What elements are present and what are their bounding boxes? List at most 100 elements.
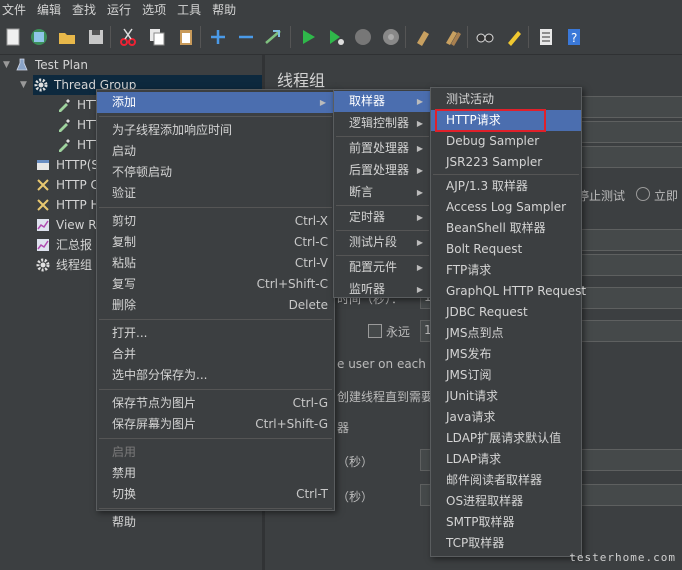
menu-item-3[interactable]: JSR223 Sampler: [431, 152, 581, 173]
stop-icon[interactable]: [352, 26, 374, 48]
menu-item-9[interactable]: FTP请求: [431, 260, 581, 281]
menu-separator: [99, 318, 332, 320]
menu-item-17[interactable]: 保存节点为图片 Ctrl-G: [97, 393, 334, 414]
menu-item-12[interactable]: JMS点到点: [431, 323, 581, 344]
menu-item-13[interactable]: JMS发布: [431, 344, 581, 365]
menu-1[interactable]: 编辑: [35, 0, 61, 20]
menu-item-4[interactable]: 不停顿启动: [97, 162, 334, 183]
open-icon[interactable]: [56, 26, 78, 48]
menu-item-8[interactable]: Bolt Request: [431, 239, 581, 260]
menu-item-11[interactable]: 删除 Delete: [97, 295, 334, 316]
menu-item-1[interactable]: HTTP请求: [431, 109, 581, 132]
toggle-icon[interactable]: [262, 26, 284, 48]
menu-item-14[interactable]: 合并: [97, 344, 334, 365]
menu-item-20[interactable]: 启用: [97, 442, 334, 463]
cut-icon[interactable]: [117, 26, 139, 48]
tree-node-thread-group-2[interactable]: 线程组: [35, 255, 92, 275]
menu-item-11[interactable]: JDBC Request: [431, 302, 581, 323]
menu-item-7[interactable]: BeanShell 取样器: [431, 218, 581, 239]
tree-toggle-icon[interactable]: ▼: [3, 60, 10, 70]
menu-item-22[interactable]: 切换 Ctrl-T: [97, 484, 334, 505]
copy-icon[interactable]: [146, 26, 168, 48]
menu-item-label: 切换: [112, 487, 137, 501]
menu-0[interactable]: 文件: [0, 0, 26, 20]
save-icon[interactable]: [85, 26, 107, 48]
menu-item-8[interactable]: 复制 Ctrl-C: [97, 232, 334, 253]
menu-item-9[interactable]: 粘贴 Ctrl-V: [97, 253, 334, 274]
tree-node-http-request[interactable]: HTT: [56, 115, 100, 135]
start-no-pause-icon[interactable]: [325, 26, 347, 48]
menu-item-1[interactable]: 逻辑控制器 ▶: [334, 113, 431, 134]
menu-6[interactable]: 帮助: [210, 0, 236, 20]
menu-item-10[interactable]: GraphQL HTTP Request: [431, 281, 586, 302]
loop-forever-checkbox[interactable]: [368, 324, 382, 338]
tree-node-http-request[interactable]: HTT: [56, 135, 100, 155]
menu-item-24[interactable]: 帮助: [97, 512, 334, 533]
clear-icon[interactable]: [412, 26, 434, 48]
tree-node-test-plan[interactable]: Test Plan: [14, 55, 88, 75]
tree-node-label: HTTP(S: [56, 158, 100, 172]
menu-item-16[interactable]: Java请求: [431, 407, 581, 428]
shutdown-icon[interactable]: [380, 26, 402, 48]
stop-test-now-radio[interactable]: [636, 187, 650, 201]
tree-toggle-icon[interactable]: ▼: [20, 80, 27, 90]
menu-item-20[interactable]: OS进程取样器: [431, 491, 581, 512]
new-icon[interactable]: [2, 26, 24, 48]
menu-item-11[interactable]: 配置元件 ▶: [334, 257, 431, 278]
menu-item-6[interactable]: Access Log Sampler: [431, 197, 581, 218]
menu-item-19[interactable]: 邮件阅读者取样器: [431, 470, 581, 491]
menu-item-5[interactable]: 验证: [97, 183, 334, 204]
expand-icon[interactable]: [207, 26, 229, 48]
menu-item-3[interactable]: 前置处理器 ▶: [334, 138, 431, 159]
menu-item-0[interactable]: 添加 ▶: [97, 92, 334, 113]
menu-item-22[interactable]: TCP取样器: [431, 533, 581, 554]
menu-item-0[interactable]: 测试活动: [431, 89, 581, 110]
menu-item-4[interactable]: 后置处理器 ▶: [334, 160, 431, 181]
function-helper-icon[interactable]: [535, 26, 557, 48]
tree-node-http-request[interactable]: HTT: [56, 95, 100, 115]
menu-item-18[interactable]: LDAP请求: [431, 449, 581, 470]
menu-item-7[interactable]: 剪切 Ctrl-X: [97, 211, 334, 232]
menu-4[interactable]: 选项: [140, 0, 166, 20]
menu-item-12[interactable]: 监听器 ▶: [334, 279, 431, 300]
menu-item-5[interactable]: 断言 ▶: [334, 182, 431, 203]
menu-separator: [433, 173, 579, 175]
menu-item-7[interactable]: 定时器 ▶: [334, 207, 431, 228]
menu-item-label: 逻辑控制器: [349, 116, 410, 130]
menu-item-2[interactable]: 为子线程添加响应时间: [97, 120, 334, 141]
menu-item-0[interactable]: 取样器 ▶: [334, 91, 431, 112]
menu-3[interactable]: 运行: [105, 0, 131, 20]
search-icon[interactable]: [474, 26, 496, 48]
menu-2[interactable]: 查找: [70, 0, 96, 20]
tree-node-http-cookie[interactable]: HTTP C: [35, 175, 99, 195]
menu-5[interactable]: 工具: [175, 0, 201, 20]
menu-item-13[interactable]: 打开...: [97, 323, 334, 344]
templates-icon[interactable]: [28, 26, 50, 48]
collapse-icon[interactable]: [235, 26, 257, 48]
menu-item-18[interactable]: 保存屏幕为图片 Ctrl+Shift-G: [97, 414, 334, 435]
reset-search-icon[interactable]: [503, 26, 525, 48]
menu-item-10[interactable]: 复写 Ctrl+Shift-C: [97, 274, 334, 295]
gear-icon: [33, 77, 49, 93]
menu-item-14[interactable]: JMS订阅: [431, 365, 581, 386]
menu-item-label: 复写: [112, 277, 137, 291]
menu-item-5[interactable]: AJP/1.3 取样器: [431, 176, 581, 197]
menu-item-17[interactable]: LDAP扩展请求默认值: [431, 428, 581, 449]
tree-node-view-results[interactable]: View Re: [35, 215, 103, 235]
tree-node-http-defaults[interactable]: HTTP(S: [35, 155, 99, 175]
menu-item-21[interactable]: SMTP取样器: [431, 512, 581, 533]
menu-item-9[interactable]: 测试片段 ▶: [334, 232, 431, 253]
start-icon[interactable]: [297, 26, 319, 48]
clear-all-icon[interactable]: [442, 26, 464, 48]
menu-item-15[interactable]: 选中部分保存为...: [97, 365, 334, 386]
menu-item-2[interactable]: Debug Sampler: [431, 131, 581, 152]
menu-item-21[interactable]: 禁用: [97, 463, 334, 484]
menu-item-shortcut: Ctrl+Shift-C: [256, 277, 328, 291]
menu-item-3[interactable]: 启动: [97, 141, 334, 162]
tree-node-summary-report[interactable]: 汇总报: [35, 235, 92, 255]
menu-item-label: JMS点到点: [446, 326, 504, 340]
tree-node-http-header[interactable]: HTTP H: [35, 195, 100, 215]
menu-item-15[interactable]: JUnit请求: [431, 386, 581, 407]
paste-icon[interactable]: [175, 26, 197, 48]
help-icon[interactable]: ?: [563, 26, 585, 48]
